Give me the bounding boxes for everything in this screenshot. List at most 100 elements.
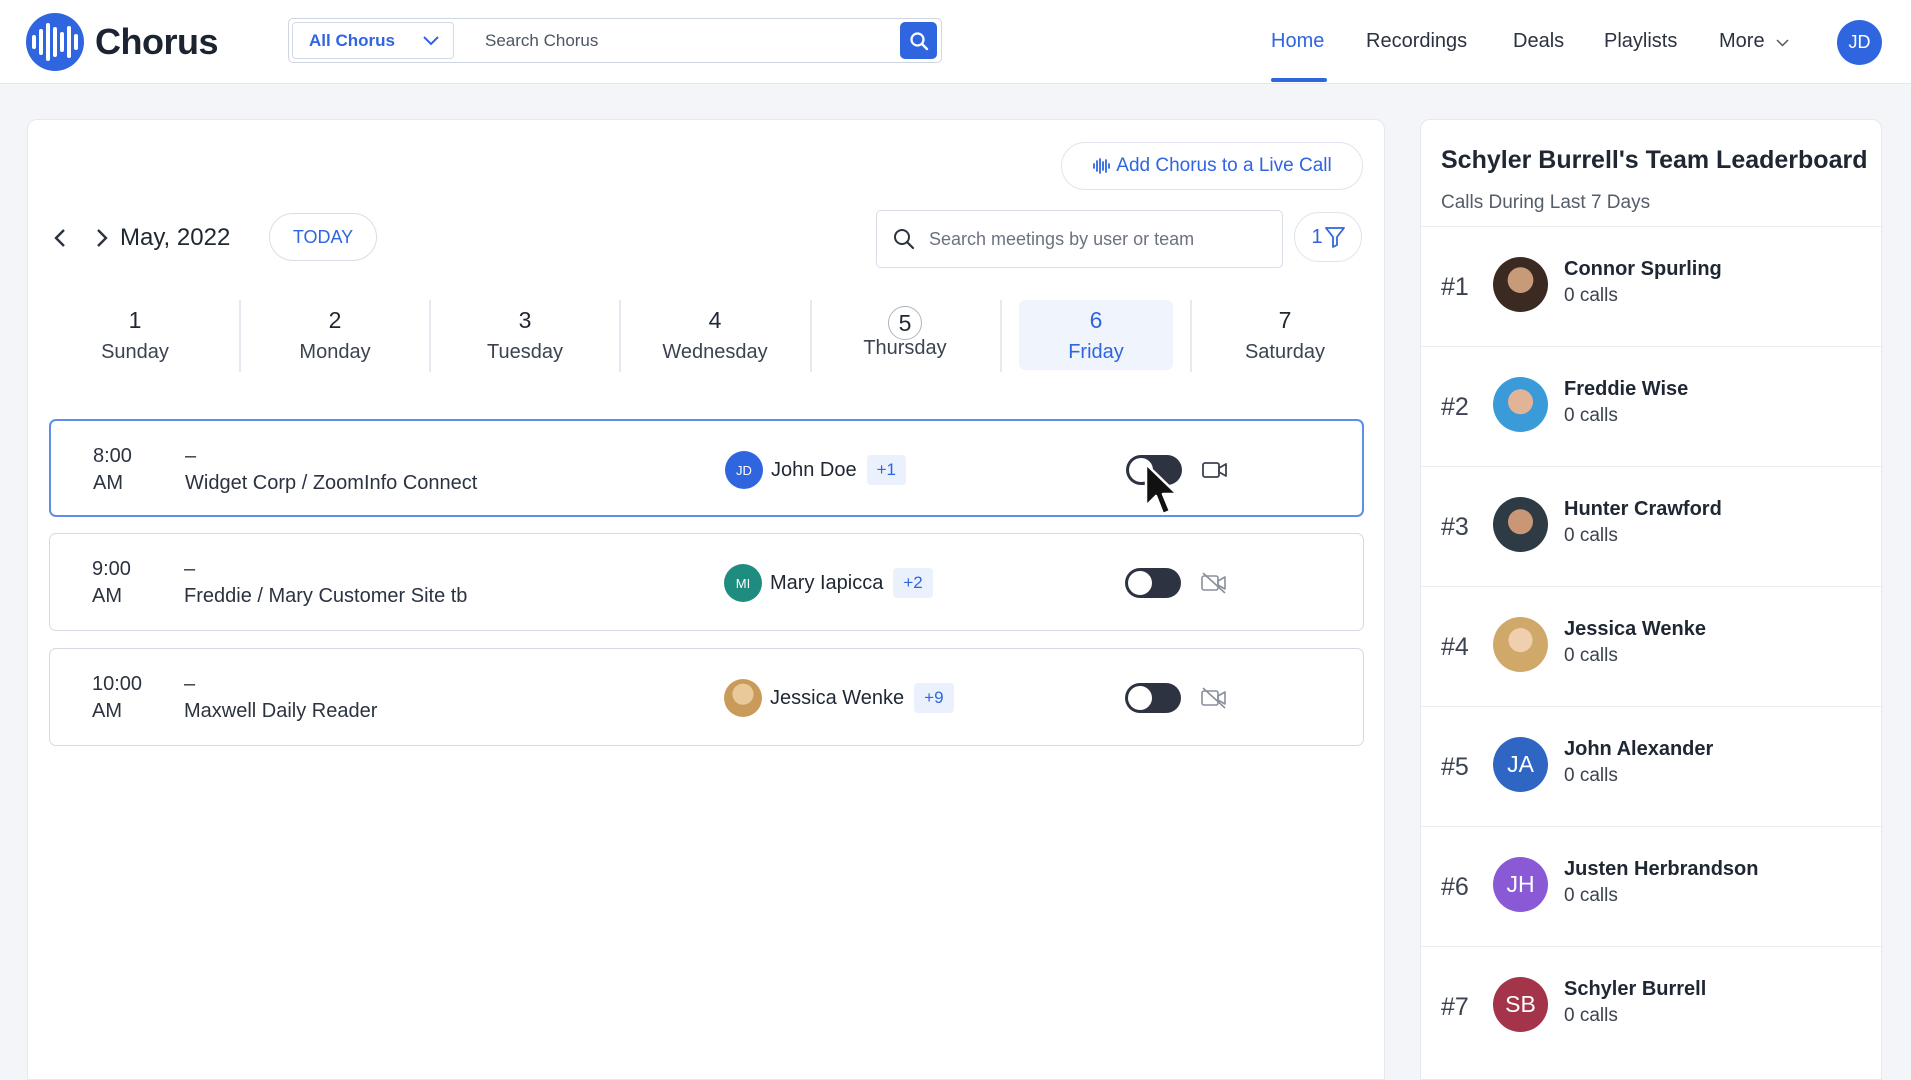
leaderboard-entry[interactable]: #4 Jessica Wenke 0 calls <box>1421 586 1881 706</box>
avatar: JA <box>1493 737 1548 792</box>
avatar <box>1493 497 1548 552</box>
meeting-title: Maxwell Daily Reader <box>184 700 378 722</box>
call-count: 0 calls <box>1564 645 1618 666</box>
user-name: Schyler Burrell <box>1564 978 1707 1000</box>
meeting-time-hour: 9:00 <box>92 558 131 580</box>
user-avatar[interactable]: JD <box>1837 20 1882 65</box>
user-name: Justen Herbrandson <box>1564 858 1759 880</box>
meeting-search-input[interactable]: Search meetings by user or team <box>876 210 1283 268</box>
day-divider <box>239 300 241 372</box>
call-count: 0 calls <box>1564 285 1618 306</box>
meeting-title: Widget Corp / ZoomInfo Connect <box>185 472 478 494</box>
extra-participants-badge[interactable]: +9 <box>914 683 954 713</box>
extra-participants-badge[interactable]: +1 <box>866 455 907 485</box>
chevron-left-icon <box>54 229 65 247</box>
record-toggle[interactable] <box>1125 683 1181 713</box>
participant-name: Mary Iapicca <box>770 571 884 594</box>
day-divider <box>429 300 431 372</box>
search-icon <box>909 31 928 50</box>
day-divider <box>619 300 621 372</box>
avatar <box>1493 617 1548 672</box>
meeting-info: – Widget Corp / ZoomInfo Connect <box>185 443 477 497</box>
nav-recordings[interactable]: Recordings <box>1366 30 1467 53</box>
day-name: Friday <box>1068 341 1124 363</box>
participant-name: John Doe <box>771 458 857 481</box>
day-monday[interactable]: 2 Monday <box>250 300 420 370</box>
mouse-cursor-icon <box>1144 462 1179 516</box>
leaderboard-entry[interactable]: #2 Freddie Wise 0 calls <box>1421 346 1881 466</box>
search-scope-select[interactable]: All Chorus <box>292 22 454 59</box>
chevron-right-icon <box>97 229 108 247</box>
user-name: Jessica Wenke <box>1564 618 1706 640</box>
avatar <box>724 679 762 717</box>
meeting-dash: – <box>184 558 196 580</box>
call-count: 0 calls <box>1564 1005 1618 1026</box>
day-name: Thursday <box>863 337 947 359</box>
day-name: Wednesday <box>662 341 768 363</box>
add-live-call-label: Add Chorus to a Live Call <box>1116 155 1332 176</box>
next-month-button[interactable] <box>90 226 114 250</box>
day-divider <box>1190 300 1192 372</box>
chorus-logo[interactable]: Chorus <box>26 12 219 72</box>
call-count: 0 calls <box>1564 885 1618 906</box>
rank: #3 <box>1441 513 1469 541</box>
top-bar: Chorus All Chorus Search Chorus Home Rec… <box>0 0 1911 84</box>
day-tuesday[interactable]: 3 Tuesday <box>440 300 610 370</box>
waveform-icon <box>1093 158 1111 174</box>
record-toggle[interactable] <box>1125 568 1181 598</box>
day-friday[interactable]: 6 Friday <box>1019 300 1173 370</box>
nav-deals[interactable]: Deals <box>1513 30 1564 53</box>
avatar <box>1493 377 1548 432</box>
leaderboard-entry[interactable]: #1 Connor Spurling 0 calls <box>1421 226 1881 346</box>
meeting-time-ampm: AM <box>92 585 122 607</box>
leaderboard-entry[interactable]: #7 SB Schyler Burrell 0 calls <box>1421 946 1881 1066</box>
search-button[interactable] <box>900 22 937 59</box>
call-count: 0 calls <box>1564 765 1618 786</box>
user-name: Freddie Wise <box>1564 378 1689 400</box>
meeting-time-ampm: AM <box>92 700 122 722</box>
rank: #7 <box>1441 993 1469 1021</box>
leaderboard-entry[interactable]: #5 JA John Alexander 0 calls <box>1421 706 1881 826</box>
day-number: 7 <box>1278 307 1292 333</box>
add-chorus-live-call-button[interactable]: Add Chorus to a Live Call <box>1061 142 1363 190</box>
filter-icon <box>1324 227 1345 248</box>
search-input[interactable]: Search Chorus <box>457 31 900 51</box>
leaderboard-panel: Schyler Burrell's Team Leaderboard Calls… <box>1420 119 1882 1080</box>
nav-more[interactable]: More <box>1719 30 1789 53</box>
today-button[interactable]: TODAY <box>269 213 377 261</box>
meeting-time-hour: 10:00 <box>92 673 143 695</box>
meeting-participants[interactable]: Jessica Wenke +9 <box>724 679 954 717</box>
filter-button[interactable]: 1 <box>1294 212 1362 262</box>
month-label: May, 2022 <box>120 224 231 251</box>
meeting-row[interactable]: 9:00 AM – Freddie / Mary Customer Site t… <box>49 533 1364 631</box>
day-thursday[interactable]: 5 Thursday <box>820 300 990 370</box>
leaderboard-entry[interactable]: #6 JH Justen Herbrandson 0 calls <box>1421 826 1881 946</box>
meeting-title: Freddie / Mary Customer Site tb <box>184 585 468 607</box>
day-divider <box>810 300 812 372</box>
nav-playlists[interactable]: Playlists <box>1604 30 1677 53</box>
nav-home[interactable]: Home <box>1271 30 1324 53</box>
previous-month-button[interactable] <box>48 226 72 250</box>
avatar <box>1493 257 1548 312</box>
day-number: 3 <box>518 307 532 333</box>
meeting-participants[interactable]: MI Mary Iapicca +2 <box>724 564 933 602</box>
meeting-time: 8:00 AM <box>93 443 132 497</box>
meeting-time: 10:00 AM <box>92 671 142 725</box>
day-sunday[interactable]: 1 Sunday <box>50 300 220 370</box>
search-scope-label: All Chorus <box>309 30 395 50</box>
meeting-row[interactable]: 10:00 AM – Maxwell Daily Reader Jessica … <box>49 648 1364 746</box>
avatar: JH <box>1493 857 1548 912</box>
meeting-time: 9:00 AM <box>92 556 131 610</box>
day-name: Saturday <box>1244 341 1326 363</box>
leaderboard-entry[interactable]: #3 Hunter Crawford 0 calls <box>1421 466 1881 586</box>
day-wednesday[interactable]: 4 Wednesday <box>630 300 800 370</box>
leaderboard-subtitle: Calls During Last 7 Days <box>1441 192 1651 213</box>
day-number: 1 <box>128 307 142 333</box>
day-saturday[interactable]: 7 Saturday <box>1200 300 1370 370</box>
meeting-participants[interactable]: JD John Doe +1 <box>725 451 907 489</box>
rank: #5 <box>1441 753 1469 781</box>
meeting-dash: – <box>185 445 197 467</box>
user-name: Hunter Crawford <box>1564 498 1722 520</box>
rank: #1 <box>1441 273 1469 301</box>
extra-participants-badge[interactable]: +2 <box>893 568 933 598</box>
